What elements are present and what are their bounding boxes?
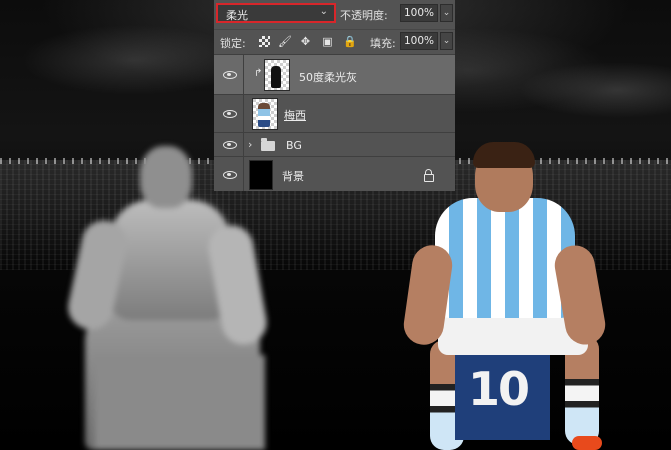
lock-label: 锁定: [220, 37, 246, 50]
lock-icon [424, 169, 434, 182]
expand-chevron-icon[interactable]: › [248, 138, 252, 151]
fill-input[interactable]: 100% [400, 32, 438, 50]
lock-artboard-icon[interactable]: ▣ [321, 35, 334, 48]
lock-fill-row: 锁定: 🖌 ✥ ▣ 🔒 填充: 100% ⌄ [214, 29, 455, 54]
lock-image-pixels-icon[interactable]: 🖌 [278, 35, 292, 48]
player-hair [473, 142, 535, 168]
opacity-chevron-icon[interactable]: ⌄ [440, 4, 453, 22]
layer-name: 梅西 [284, 109, 306, 122]
lock-position-icon[interactable]: ✥ [299, 35, 312, 48]
player-thumbnail [258, 103, 270, 127]
eye-icon [223, 171, 237, 179]
eye-icon [223, 71, 237, 79]
layer-name: BG [286, 139, 302, 152]
blend-mode-value: 柔光 [226, 9, 248, 22]
folder-icon [261, 138, 275, 151]
layer-row-50度柔光灰[interactable]: ↱ 50度柔光灰 [214, 54, 455, 94]
player-shoe [572, 436, 602, 450]
layer-row-梅西[interactable]: 梅西 [214, 94, 455, 132]
lock-transparent-pixels-icon[interactable] [259, 36, 270, 47]
opacity-input[interactable]: 100% [400, 4, 438, 22]
gray-figure-head [140, 146, 192, 208]
eye-icon [223, 141, 237, 149]
layer-thumbnail [252, 98, 278, 130]
layer-row-背景[interactable]: 背景 [214, 156, 455, 191]
fill-value: 100% [404, 35, 435, 47]
layer-thumbnail [249, 160, 273, 190]
chevron-down-icon: ⌄ [319, 6, 328, 17]
blend-opacity-row: 柔光 ⌄ 不透明度: 100% ⌄ [214, 0, 455, 27]
blend-mode-dropdown[interactable]: 柔光 ⌄ [216, 3, 336, 23]
visibility-toggle[interactable] [214, 55, 244, 94]
opacity-value: 100% [404, 7, 435, 19]
layer-group-bg[interactable]: › BG [214, 132, 455, 156]
layer-name: 50度柔光灰 [299, 71, 357, 84]
clipping-mask-arrow-icon: ↱ [254, 68, 263, 79]
visibility-toggle[interactable] [214, 133, 244, 156]
masked-figure-thumbnail [271, 66, 281, 88]
layer-thumbnail [264, 59, 290, 91]
lock-all-icon[interactable]: 🔒 [343, 35, 357, 48]
gray-figure-box [95, 355, 265, 450]
layer-name: 背景 [282, 170, 304, 183]
fill-label: 填充: [370, 37, 396, 50]
visibility-toggle[interactable] [214, 95, 244, 132]
opacity-label: 不透明度: [340, 9, 388, 22]
fill-chevron-icon[interactable]: ⌄ [440, 32, 453, 50]
jersey-number: 10 [468, 362, 530, 416]
eye-icon [223, 110, 237, 118]
layers-panel: 柔光 ⌄ 不透明度: 100% ⌄ 锁定: 🖌 ✥ ▣ 🔒 填充: 100% ⌄… [214, 0, 455, 191]
visibility-toggle[interactable] [214, 157, 244, 191]
player-shirt [435, 198, 575, 318]
